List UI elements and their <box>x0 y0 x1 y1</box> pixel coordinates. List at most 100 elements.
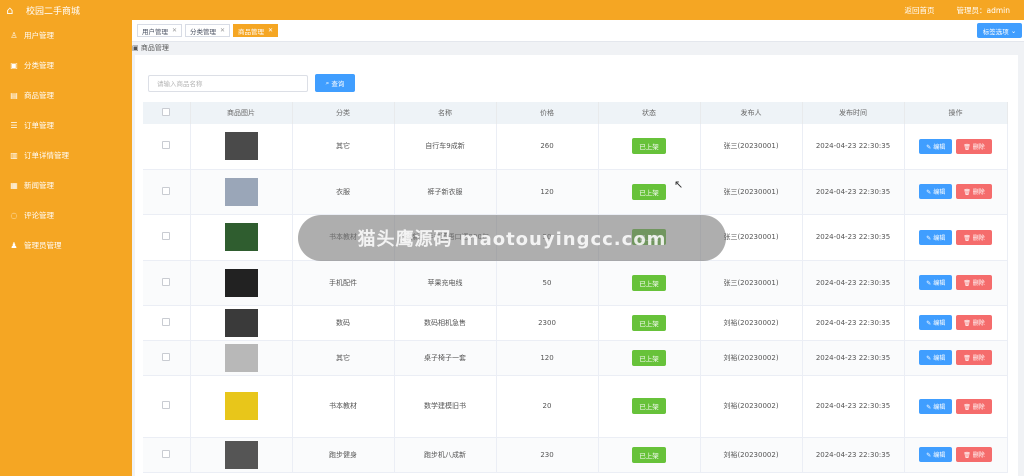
category-cell: 手机配件 <box>292 260 395 306</box>
sidebar-item-orders[interactable]: ☰ 订单管理 <box>0 110 132 140</box>
tab-options-label: 标签选项 <box>982 27 1009 36</box>
actions-cell: ✎ 编辑 🗑 删除 <box>904 305 1008 341</box>
delete-button[interactable]: 🗑 删除 <box>956 315 992 330</box>
trash-icon: 🗑 <box>963 320 971 327</box>
close-icon[interactable]: ✕ <box>172 27 177 34</box>
delete-button[interactable]: 🗑 删除 <box>956 138 992 154</box>
sidebar-item-label: 用户管理 <box>24 30 54 40</box>
name-cell: 跑步机八成新 <box>394 437 497 473</box>
sidebar-item-comments[interactable]: ◌ 评论管理 <box>0 200 132 230</box>
main-panel: ⌕ 查询 商品图片 分类 名称 价格 状态 发布人 发布时间 操作 其它自行车9… <box>135 55 1018 476</box>
category-cell: 数码 <box>292 305 395 341</box>
row-checkbox[interactable] <box>162 277 171 286</box>
delete-label: 删除 <box>972 189 985 196</box>
breadcrumb-icon: ▣ <box>132 44 139 52</box>
edit-button[interactable]: ✎ 编辑 <box>919 229 953 245</box>
delete-button[interactable]: 🗑 删除 <box>956 275 992 290</box>
table-row: 跑步健身 跑步机八成新 230 已上架 刘裕(20230002) 2024-04-23 2… <box>143 437 1008 473</box>
edit-icon: ✎ <box>926 280 932 287</box>
select-all-checkbox[interactable] <box>162 108 171 116</box>
status-cell: 已上架 <box>598 169 701 215</box>
row-checkbox[interactable] <box>162 186 171 195</box>
row-checkbox[interactable] <box>162 449 171 458</box>
row-checkbox[interactable] <box>162 232 171 240</box>
publisher-cell: 刘裕(20230002) <box>700 437 803 473</box>
sidebar-item-label: 评论管理 <box>24 210 54 220</box>
thumb-cell <box>190 169 293 215</box>
back-home-link[interactable]: 返回首页 <box>905 5 935 16</box>
category-cell: 书本教材 <box>292 375 395 438</box>
edit-icon: ✎ <box>926 143 932 151</box>
status-cell: 已上架 <box>598 305 701 341</box>
product-image <box>224 308 258 337</box>
time-cell: 2024-04-23 22:30:35 <box>802 124 905 170</box>
table-row: 其它 自行车9成新 260 已上架 张三(20230001) 2024-04-23 22:… <box>143 124 1008 170</box>
tab-users[interactable]: 用户管理 ✕ <box>137 24 183 37</box>
time-cell: 2024-04-23 22:30:35 <box>802 375 905 438</box>
sidebar-item-goods[interactable]: ▤ 商品管理 <box>0 80 132 110</box>
thumb-cell <box>190 305 293 341</box>
edit-button[interactable]: ✎ 编辑 <box>919 315 953 330</box>
admin-icon: ♟ <box>10 240 18 250</box>
row-checkbox[interactable] <box>162 401 171 409</box>
sidebar-item-categories[interactable]: ▣ 分类管理 <box>0 50 132 80</box>
delete-button[interactable]: 🗑 删除 <box>956 184 992 199</box>
top-bar: ⌂ 校园二手商城 返回首页 管理员：admin <box>0 0 1024 20</box>
tab-categories[interactable]: 分类管理 ✕ <box>185 24 231 37</box>
delete-button[interactable]: 🗑 删除 <box>956 229 992 245</box>
mouse-cursor-icon: ↖ <box>674 178 684 191</box>
thumb-cell <box>190 340 293 376</box>
edit-label: 编辑 <box>933 320 946 327</box>
edit-button[interactable]: ✎ 编辑 <box>919 350 953 365</box>
delete-label: 删除 <box>972 320 985 327</box>
row-checkbox[interactable] <box>162 352 171 361</box>
sidebar-item-users[interactable]: ♙ 用户管理 <box>0 20 132 50</box>
column-header: 状态 <box>598 102 701 124</box>
publisher-cell: 张三(20230001) <box>700 169 803 215</box>
column-header: 名称 <box>394 102 497 124</box>
search-input[interactable] <box>148 75 308 92</box>
tab-goods[interactable]: 商品管理 ✕ <box>233 24 279 37</box>
delete-button[interactable]: 🗑 删除 <box>956 350 992 365</box>
thumb-cell <box>190 260 293 306</box>
close-icon[interactable]: ✕ <box>220 27 225 34</box>
sidebar-item-admins[interactable]: ♟ 管理员管理 <box>0 230 132 260</box>
delete-label: 删除 <box>972 355 985 362</box>
admin-label[interactable]: 管理员：admin <box>957 5 1011 16</box>
publisher-cell: 刘裕(20230002) <box>700 340 803 376</box>
delete-button[interactable]: 🗑 删除 <box>956 447 992 462</box>
row-checkbox[interactable] <box>162 317 171 326</box>
delete-button[interactable]: 🗑 删除 <box>956 398 992 414</box>
edit-icon: ✎ <box>926 189 932 196</box>
status-cell: 已上架 <box>598 124 701 170</box>
name-cell: 裤子新衣服 <box>394 169 497 215</box>
edit-button[interactable]: ✎ 编辑 <box>919 184 953 199</box>
tab-options-button[interactable]: 标签选项 ⌄ <box>977 23 1022 38</box>
product-image <box>224 343 258 372</box>
search-button[interactable]: ⌕ 查询 <box>315 74 355 92</box>
time-cell: 2024-04-23 22:30:35 <box>802 340 905 376</box>
actions-cell: ✎ 编辑 🗑 删除 <box>904 375 1008 438</box>
price-cell: 20 <box>496 375 599 438</box>
close-icon[interactable]: ✕ <box>268 27 273 34</box>
edit-label: 编辑 <box>933 355 946 362</box>
home-icon[interactable]: ⌂ <box>0 0 20 20</box>
search-button-label: 查询 <box>331 80 345 88</box>
edit-button[interactable]: ✎ 编辑 <box>919 398 953 414</box>
row-checkbox[interactable] <box>162 141 171 150</box>
sidebar-item-news[interactable]: ▦ 新闻管理 <box>0 170 132 200</box>
goods-icon: ▤ <box>10 90 18 100</box>
trash-icon: 🗑 <box>963 189 971 196</box>
actions-cell: ✎ 编辑 🗑 删除 <box>904 214 1008 261</box>
row-select-cell <box>143 437 191 473</box>
edit-button[interactable]: ✎ 编辑 <box>919 138 953 154</box>
sidebar-item-label: 订单管理 <box>24 120 54 130</box>
table-row: 衣服 裤子新衣服 120 已上架 张三(20230001) 2024-04-23 22:3… <box>143 169 1008 215</box>
publisher-cell: 刘裕(20230002) <box>700 305 803 341</box>
status-badge: 已上架 <box>632 314 666 331</box>
sidebar-item-order-details[interactable]: ▥ 订单详情管理 <box>0 140 132 170</box>
column-header: 价格 <box>496 102 599 124</box>
edit-button[interactable]: ✎ 编辑 <box>919 447 953 462</box>
trash-icon: 🗑 <box>963 234 971 242</box>
edit-button[interactable]: ✎ 编辑 <box>919 275 953 290</box>
